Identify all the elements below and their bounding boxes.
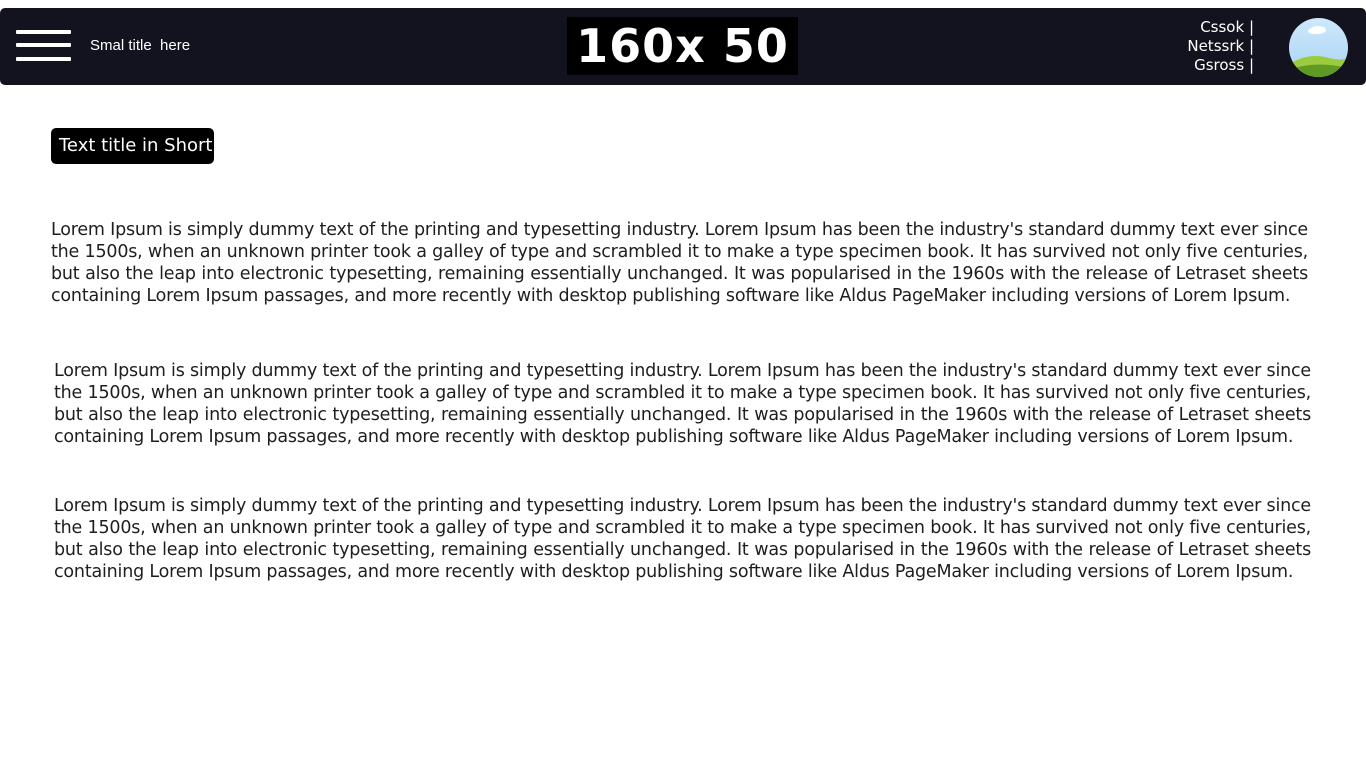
small-title: Smal title here: [90, 37, 191, 54]
nav-links: Cssok | Netssrk | Gsross |: [1187, 18, 1254, 75]
nav-link-cssok[interactable]: Cssok |: [1187, 18, 1254, 37]
body-paragraph-3: Lorem Ipsum is simply dummy text of the …: [54, 496, 1311, 582]
nav-link-gsross[interactable]: Gsross |: [1187, 56, 1254, 75]
hamburger-menu-icon[interactable]: [16, 30, 71, 62]
body-paragraph-2: Lorem Ipsum is simply dummy text of the …: [54, 361, 1311, 447]
short-title-tag[interactable]: Text title in Short: [51, 128, 215, 164]
landscape-avatar-icon: [1289, 18, 1348, 77]
logo-text: 160x 50: [576, 19, 789, 73]
avatar[interactable]: [1289, 18, 1348, 77]
body-paragraph-1: Lorem Ipsum is simply dummy text of the …: [51, 220, 1308, 306]
top-header: Smal title here 160x 50 Cssok | Netssrk …: [0, 8, 1366, 85]
logo-placeholder[interactable]: 160x 50: [567, 17, 798, 75]
nav-link-netssrk[interactable]: Netssrk |: [1187, 37, 1254, 56]
